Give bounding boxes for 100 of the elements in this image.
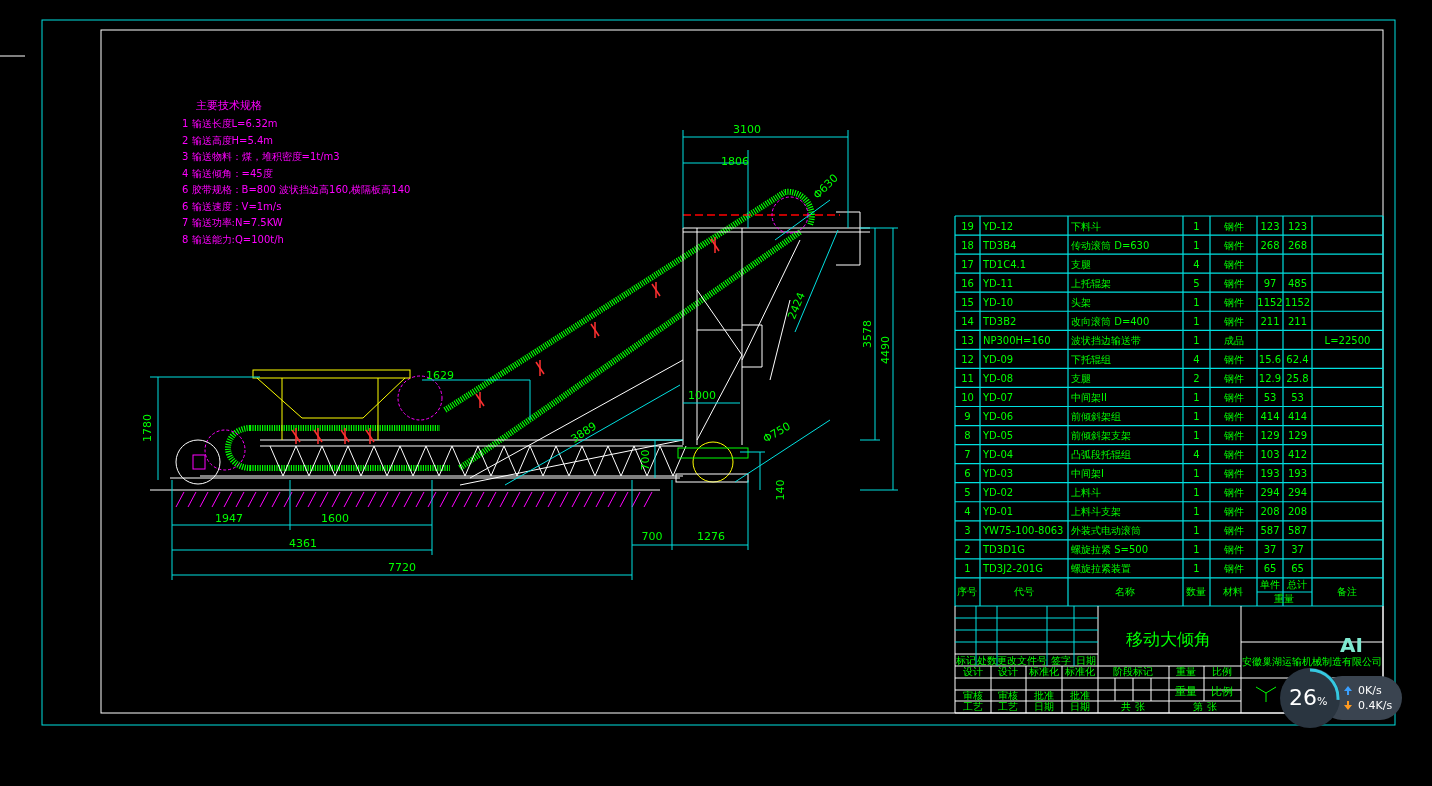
- usage-percent: 26%: [1289, 685, 1328, 712]
- dimension-label: 3578: [861, 320, 874, 348]
- table-cell: 钢件: [1223, 563, 1244, 575]
- dimension-label: 3100: [733, 123, 761, 136]
- table-cell: 5: [964, 487, 971, 499]
- dimension-label: 4490: [879, 336, 892, 364]
- table-cell: TD3D1G: [983, 544, 1025, 556]
- table-cell: 129: [1260, 430, 1280, 442]
- table-cell: 211: [1260, 315, 1280, 327]
- dimension-label: 700: [641, 530, 663, 543]
- table-cell: 共 张: [1121, 701, 1145, 712]
- table-cell: 重量: [1176, 666, 1196, 677]
- table-cell: YD-11: [983, 277, 1014, 289]
- table-cell: 1: [1193, 239, 1200, 251]
- dimension-label: 7720: [388, 561, 416, 574]
- table-cell: 19: [961, 220, 974, 232]
- table-cell: 1: [1193, 315, 1200, 327]
- table-cell: 中间架II: [1071, 392, 1107, 403]
- upload-arrow-icon: [1344, 686, 1352, 695]
- table-cell: 2: [964, 544, 971, 556]
- table-cell: 129: [1287, 430, 1308, 442]
- table-cell: 成品: [1223, 334, 1244, 346]
- table-cell: 钢件: [1223, 506, 1244, 518]
- table-cell: 1: [1193, 563, 1200, 575]
- column-header: 材料: [1223, 586, 1243, 597]
- table-cell: 钢件: [1223, 392, 1244, 403]
- table-cell: YD-05: [983, 430, 1014, 442]
- specs-title: 主要技术规格: [196, 99, 262, 112]
- table-cell: 螺旋拉紧 S=500: [1071, 544, 1148, 556]
- table-cell: 1: [1193, 296, 1200, 308]
- table-cell: 工艺: [963, 701, 983, 712]
- column-header: 总计: [1287, 579, 1307, 590]
- dimension-label: 1947: [215, 512, 243, 525]
- table-cell: YD-04: [983, 449, 1014, 461]
- drawing-title: 移动大倾角: [1125, 629, 1211, 649]
- table-cell: 钢件: [1223, 239, 1244, 251]
- table-cell: 1: [964, 563, 971, 575]
- column-header: 备注: [1337, 586, 1357, 597]
- table-cell: 294: [1287, 487, 1308, 499]
- table-cell: 标准化: [1065, 666, 1095, 677]
- table-cell: 4: [1193, 449, 1200, 461]
- table-cell: L=22500: [1324, 334, 1371, 346]
- spec-item: 1 输送长度L=6.32m: [182, 118, 278, 129]
- table-cell: 签字: [1050, 655, 1071, 666]
- table-cell: 1: [1193, 468, 1200, 480]
- table-cell: 65: [1263, 563, 1277, 575]
- table-cell: 钢件: [1223, 411, 1244, 422]
- table-cell: YD-08: [983, 372, 1014, 384]
- table-cell: 1: [1193, 506, 1200, 518]
- table-cell: 10: [961, 392, 974, 403]
- dimension-label: 1780: [141, 414, 154, 442]
- spec-item: 2 输送高度H=5.4m: [182, 134, 274, 146]
- column-header: 名称: [1115, 586, 1135, 597]
- spec-item: 8 输送能力:Q=100t/h: [182, 233, 284, 245]
- table-cell: 支腿: [1071, 372, 1091, 384]
- table-cell: YD-09: [983, 353, 1014, 365]
- table-cell: 审核: [963, 690, 983, 701]
- table-cell: 5: [1193, 277, 1200, 289]
- table-cell: 工艺: [998, 701, 1018, 712]
- dimension-label: 140: [774, 479, 787, 501]
- table-cell: 设计: [963, 666, 983, 677]
- table-cell: 485: [1287, 277, 1308, 289]
- table-cell: 193: [1260, 468, 1280, 480]
- table-cell: 4: [1193, 258, 1200, 270]
- table-cell: 前倾斜架组: [1071, 411, 1121, 422]
- table-cell: 17: [961, 258, 974, 270]
- dimension-label: 1600: [321, 512, 349, 525]
- table-cell: 7: [964, 449, 971, 461]
- table-cell: 53: [1291, 392, 1304, 403]
- table-cell: 4: [1193, 353, 1200, 365]
- table-cell: 处数: [976, 655, 997, 666]
- dimension-label: 2424: [785, 290, 808, 322]
- dimension-label: 700: [639, 449, 652, 471]
- dimension-label: 1806: [721, 155, 749, 168]
- table-cell: 钢件: [1223, 468, 1244, 480]
- ai-logo: AI: [1340, 634, 1363, 656]
- table-cell: 2: [1193, 372, 1200, 384]
- spec-item: 3 输送物料：煤，堆积密度=1t/m3: [182, 151, 340, 162]
- table-cell: 1: [1193, 220, 1200, 232]
- table-cell: YD-01: [983, 506, 1014, 518]
- table-cell: TD3B4: [983, 239, 1017, 251]
- table-cell: 1152: [1257, 296, 1283, 308]
- table-cell: 重量: [1175, 685, 1197, 698]
- table-cell: 211: [1287, 315, 1308, 327]
- spec-item: 7 输送功率:N=7.5KW: [182, 217, 283, 228]
- table-cell: 标准化: [1029, 666, 1059, 677]
- table-cell: 1: [1193, 334, 1200, 346]
- table-cell: 25.8: [1286, 372, 1309, 384]
- table-cell: YD-12: [983, 220, 1014, 232]
- column-header: 单件: [1260, 579, 1280, 590]
- table-cell: 设计: [998, 666, 1018, 677]
- table-cell: 123: [1287, 220, 1308, 232]
- table-cell: TD3J2-201G: [983, 563, 1043, 575]
- table-cell: 123: [1260, 220, 1280, 232]
- table-cell: 1152: [1284, 296, 1311, 308]
- table-cell: 587: [1287, 525, 1308, 537]
- table-cell: 268: [1260, 239, 1280, 251]
- table-cell: 螺旋拉紧装置: [1071, 563, 1131, 575]
- column-header: 序号: [957, 586, 977, 597]
- table-cell: 改向滚筒 D=400: [1071, 315, 1150, 327]
